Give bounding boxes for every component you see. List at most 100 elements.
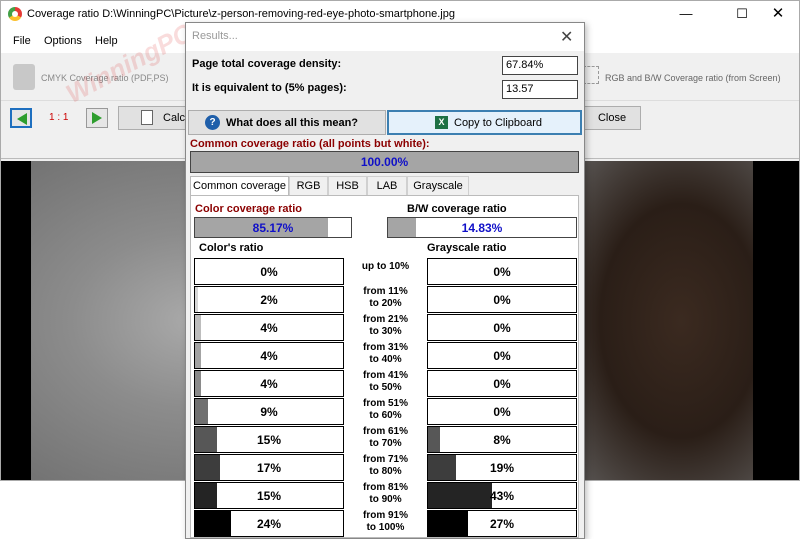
color-ratio-bar: 17% [194,454,344,481]
range-row: 17% from 71% to 80% 19% [191,454,580,482]
color-ratio-bar: 4% [194,370,344,397]
page-total-label: Page total coverage density: [192,58,342,70]
color-ratio-value: 4% [260,377,278,391]
equivalent-value[interactable]: 13.57 [502,80,578,99]
what-does-this-mean-label: What does all this mean? [226,117,359,129]
grayscale-ratio-bar: 0% [427,314,577,341]
color-coverage-label: Color coverage ratio [195,203,302,215]
grayscale-ratio-bar: 27% [427,510,577,537]
common-coverage-value: 100.00% [360,155,409,169]
printer-icon [13,64,35,90]
window-title: Coverage ratio D:\WinningPC\Picture\z-pe… [27,8,455,20]
color-ratio-bar: 9% [194,398,344,425]
arrow-left-icon [17,113,27,125]
range-label: from 11% to 20% [363,286,408,309]
previous-button[interactable] [10,108,32,128]
range-row: 4% from 31% to 40% 0% [191,342,580,370]
rgb-coverage-button[interactable]: RGB and B/W Coverage ratio (from Screen) [605,73,781,83]
color-coverage-value: 85.17% [252,221,294,235]
common-coverage-panel: Color coverage ratio B/W coverage ratio … [190,195,579,538]
range-label: from 21% to 30% [362,314,408,337]
tab-common-coverage[interactable]: Common coverage [190,176,289,196]
grayscale-ratio-value: 0% [493,321,511,335]
grayscale-ratio-value: 43% [489,489,515,503]
range-label: from 71% to 80% [362,454,408,477]
tab-rgb[interactable]: RGB [289,176,328,195]
grayscale-ratio-bar: 0% [427,398,577,425]
color-ratio-value: 24% [256,517,282,531]
range-label: from 91% to 100% [362,510,408,533]
range-label: from 81% to 90% [362,482,408,505]
screen-capture-icon [583,66,599,84]
image-border-left [1,161,31,480]
grayscale-ratio-value: 8% [493,433,511,447]
page-total-value[interactable]: 67.84% [502,56,578,75]
colors-ratio-heading: Color's ratio [199,242,264,254]
grayscale-ratio-value: 27% [489,517,515,531]
zoom-label: 1 : 1 [49,112,69,123]
range-row: 15% from 61% to 70% 8% [191,426,580,454]
menu-file[interactable]: File [13,35,31,47]
what-does-this-mean-button[interactable]: ? What does all this mean? [188,110,386,135]
range-row: 4% from 21% to 30% 0% [191,314,580,342]
grayscale-ratio-heading: Grayscale ratio [427,242,507,254]
grayscale-ratio-value: 0% [493,349,511,363]
grayscale-ratio-value: 19% [489,461,515,475]
grayscale-ratio-value: 0% [493,293,511,307]
calculate-button[interactable]: Calc [118,106,190,130]
grayscale-ratio-value: 0% [493,377,511,391]
arrow-right-icon [92,112,102,124]
dialog-close-button[interactable]: ✕ [560,27,573,47]
color-ratio-bar: 15% [194,482,344,509]
app-icon [8,7,22,21]
menu-help[interactable]: Help [95,35,118,47]
tab-strip: Common coverage RGB HSB LAB Grayscale [190,176,579,196]
tab-hsb[interactable]: HSB [328,176,367,195]
grayscale-ratio-bar: 0% [427,258,577,285]
range-row: 0% up to 10% 0% [191,258,580,286]
color-ratio-value: 17% [256,461,282,475]
grayscale-ratio-value: 0% [493,405,511,419]
copy-to-clipboard-label: Copy to Clipboard [454,117,543,129]
color-ratio-value: 15% [256,433,282,447]
tab-grayscale[interactable]: Grayscale [407,176,469,195]
bw-coverage-bar: 14.83% [387,217,577,238]
tab-lab[interactable]: LAB [367,176,407,195]
grayscale-ratio-value: 0% [493,265,511,279]
grayscale-ratio-bar: 8% [427,426,577,453]
excel-icon: X [435,116,448,129]
menu-options[interactable]: Options [44,35,82,47]
range-row: 4% from 41% to 50% 0% [191,370,580,398]
color-ratio-bar: 2% [194,286,344,313]
document-icon [141,110,153,125]
grayscale-ratio-bar: 19% [427,454,577,481]
range-label: from 51% to 60% [362,398,408,421]
color-ratio-bar: 0% [194,258,344,285]
color-ratio-bar: 24% [194,510,344,537]
grayscale-ratio-bar: 0% [427,370,577,397]
calculate-label: Calc [163,112,186,124]
minimize-button[interactable]: — [663,1,709,29]
close-window-button[interactable]: ✕ [755,1,799,29]
grayscale-ratio-bar: 0% [427,342,577,369]
range-label: from 31% to 40% [362,342,408,365]
dialog-title-bar: Results... ✕ [186,23,584,51]
next-button[interactable] [86,108,108,128]
color-ratio-value: 4% [260,349,278,363]
range-row: 9% from 51% to 60% 0% [191,398,580,426]
range-row: 15% from 81% to 90% 43% [191,482,580,510]
range-label: from 61% to 70% [362,426,408,449]
color-ratio-value: 15% [256,489,282,503]
help-icon: ? [205,115,220,130]
image-border-right [753,161,799,480]
copy-to-clipboard-button[interactable]: X Copy to Clipboard [387,110,582,135]
color-ratio-value: 2% [260,293,278,307]
close-button[interactable]: Close [583,106,641,130]
color-coverage-bar: 85.17% [194,217,352,238]
common-coverage-label: Common coverage ratio (all points but wh… [190,138,430,150]
color-ratio-bar: 4% [194,342,344,369]
grayscale-ratio-bar: 0% [427,286,577,313]
results-dialog: Results... ✕ Page total coverage density… [185,22,585,539]
common-coverage-bar: 100.00% [190,151,579,173]
range-row: 2% from 11% to 20% 0% [191,286,580,314]
